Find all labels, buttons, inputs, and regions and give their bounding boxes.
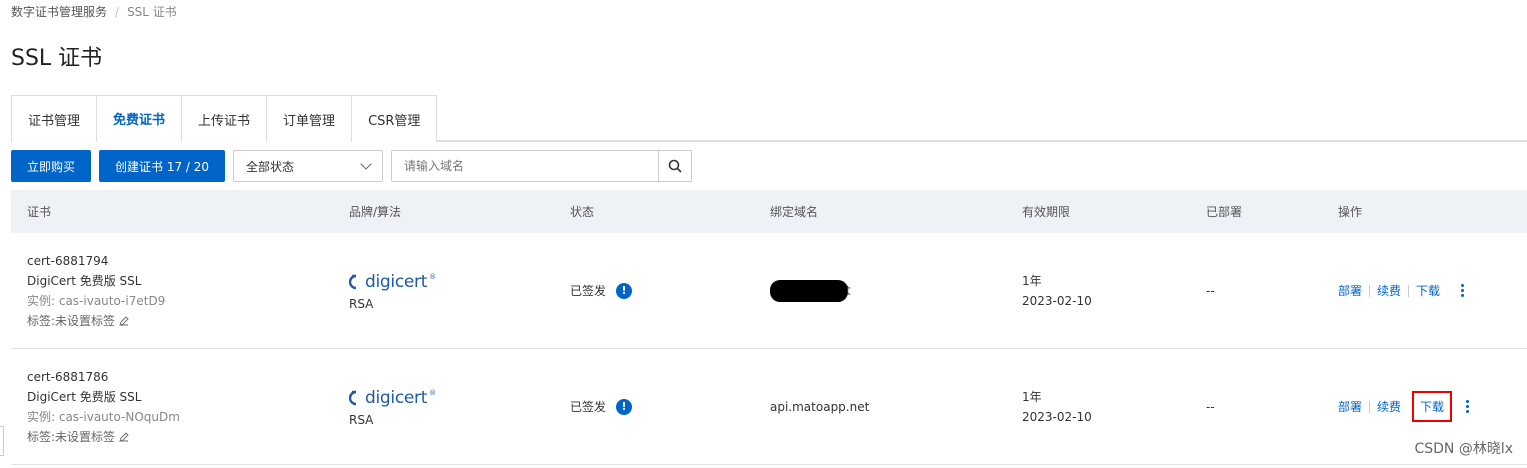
page-title: SSL 证书 — [11, 46, 103, 71]
cert-id: cert-6881794 — [27, 253, 109, 268]
tab-order-management[interactable]: 订单管理 — [266, 95, 353, 142]
brand-name: digicert — [365, 387, 428, 408]
digicert-mark-icon — [349, 274, 357, 289]
col-header-cert: 证书 — [27, 205, 52, 219]
status-cell: 已签发 ! — [570, 398, 770, 415]
validity-cell: 1年 2023-02-10 — [1022, 271, 1206, 311]
tab-upload-cert[interactable]: 上传证书 — [181, 95, 268, 142]
digicert-logo: digicert ® — [349, 271, 570, 293]
cert-cell: cert-6881794 DigiCert 免费版 SSL 实例: cas-iv… — [11, 251, 349, 331]
brand-cell: digicert ® RSA — [349, 271, 570, 311]
validity-term: 1年 — [1022, 273, 1042, 288]
tab-bar: 证书管理 免费证书 上传证书 订单管理 CSR管理 — [11, 95, 1527, 142]
actions-cell: 部署 续费 下载 — [1338, 282, 1527, 299]
more-vertical-icon[interactable] — [1466, 400, 1470, 413]
cert-table: 证书 品牌/算法 状态 绑定域名 有效期限 已部署 操作 cert-688179… — [11, 190, 1527, 465]
tab-csr-management[interactable]: CSR管理 — [351, 95, 438, 142]
edit-icon[interactable] — [119, 315, 129, 326]
create-cert-button[interactable]: 创建证书 17 / 20 — [99, 150, 226, 182]
domain-cell: api.matoapp.net — [770, 399, 870, 414]
cert-tag[interactable]: 标签:未设置标签 — [27, 427, 349, 447]
redacted-domain — [770, 279, 848, 302]
tab-cert-management[interactable]: 证书管理 — [11, 95, 98, 142]
algorithm: RSA — [349, 296, 374, 311]
status-text: 已签发 — [570, 284, 607, 298]
col-header-deployed: 已部署 — [1206, 205, 1243, 219]
breadcrumb-parent[interactable]: 数字证书管理服务 — [11, 3, 107, 20]
toolbar: 立即购买 创建证书 17 / 20 全部状态 — [11, 150, 693, 182]
tab-free-cert[interactable]: 免费证书 — [96, 95, 183, 142]
more-vertical-icon[interactable] — [1461, 284, 1465, 297]
tab-bar-filler — [436, 95, 1527, 141]
col-header-domain: 绑定域名 — [770, 205, 819, 219]
col-header-status: 状态 — [570, 205, 595, 219]
cert-instance: 实例: cas-ivauto-NOquDm — [27, 409, 180, 424]
info-icon[interactable]: ! — [616, 398, 633, 415]
col-header-actions: 操作 — [1338, 205, 1363, 219]
status-text: 已签发 — [570, 400, 607, 414]
status-cell: 已签发 ! — [570, 282, 770, 299]
cert-id: cert-6881786 — [27, 369, 109, 384]
renew-link[interactable]: 续费 — [1370, 282, 1408, 299]
search-icon — [668, 159, 682, 173]
table-row: cert-6881786 DigiCert 免费版 SSL 实例: cas-iv… — [11, 349, 1527, 465]
renew-link[interactable]: 续费 — [1370, 398, 1408, 415]
algorithm: RSA — [349, 412, 374, 427]
validity-date: 2023-02-10 — [1022, 409, 1092, 424]
status-select[interactable]: 全部状态 — [233, 150, 384, 182]
breadcrumb-separator: / — [115, 4, 120, 19]
domain-search-input[interactable] — [392, 151, 659, 181]
registered-mark-icon: ® — [429, 272, 436, 281]
digicert-logo: digicert ® — [349, 387, 570, 409]
cert-tag[interactable]: 标签:未设置标签 — [27, 311, 349, 331]
download-link[interactable]: 下载 — [1409, 282, 1447, 299]
col-header-validity: 有效期限 — [1022, 205, 1071, 219]
domain-suffix: t — [846, 283, 851, 297]
registered-mark-icon: ® — [429, 388, 436, 397]
breadcrumb: 数字证书管理服务 / SSL 证书 — [11, 3, 177, 20]
validity-term: 1年 — [1022, 389, 1042, 404]
brand-name: digicert — [365, 271, 428, 292]
cert-tag-text: 标签:未设置标签 — [27, 429, 116, 444]
deploy-link[interactable]: 部署 — [1338, 282, 1369, 299]
actions-cell: 部署 续费 下载 — [1338, 391, 1527, 422]
watermark: CSDN @林晓lx — [1414, 441, 1513, 457]
cert-instance: 实例: cas-ivauto-i7etD9 — [27, 293, 166, 308]
domain-cell: t — [770, 279, 1022, 302]
info-icon[interactable]: ! — [616, 282, 633, 299]
download-link-highlighted[interactable]: 下载 — [1412, 391, 1453, 422]
brand-cell: digicert ® RSA — [349, 387, 570, 427]
cert-cell: cert-6881786 DigiCert 免费版 SSL 实例: cas-iv… — [11, 367, 349, 447]
cert-name: DigiCert 免费版 SSL — [27, 389, 142, 404]
table-row: cert-6881794 DigiCert 免费版 SSL 实例: cas-iv… — [11, 233, 1527, 349]
search-button[interactable] — [658, 151, 691, 181]
breadcrumb-current: SSL 证书 — [127, 5, 177, 19]
col-header-brand: 品牌/算法 — [349, 205, 402, 219]
validity-date: 2023-02-10 — [1022, 293, 1092, 308]
status-select-value: 全部状态 — [246, 159, 295, 174]
search-box — [391, 150, 693, 182]
cert-tag-text: 标签:未设置标签 — [27, 313, 116, 328]
validity-cell: 1年 2023-02-10 — [1022, 387, 1206, 427]
deploy-link[interactable]: 部署 — [1338, 398, 1369, 415]
chevron-down-icon — [360, 158, 372, 170]
digicert-mark-icon — [349, 390, 357, 405]
table-header: 证书 品牌/算法 状态 绑定域名 有效期限 已部署 操作 — [11, 190, 1527, 233]
cert-name: DigiCert 免费版 SSL — [27, 273, 142, 288]
edit-icon[interactable] — [119, 431, 129, 442]
side-panel-handle[interactable] — [0, 426, 4, 456]
deployed-cell: -- — [1206, 283, 1215, 298]
buy-now-button[interactable]: 立即购买 — [11, 150, 92, 182]
deployed-cell: -- — [1206, 399, 1215, 414]
